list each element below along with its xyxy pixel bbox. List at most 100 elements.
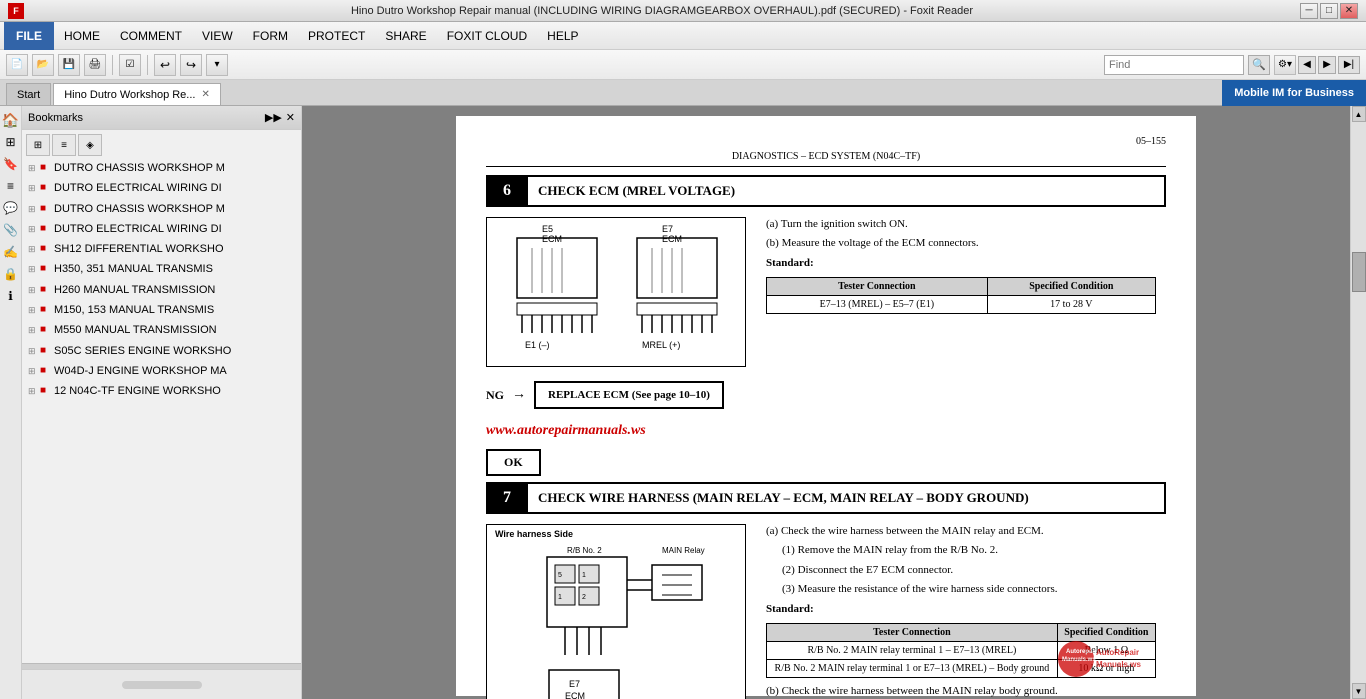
menu-protect[interactable]: PROTECT xyxy=(298,22,375,50)
iconbar-thumbs[interactable]: ⊞ xyxy=(2,132,20,152)
step-6b: (b) Measure the voltage of the ECM conne… xyxy=(766,236,1156,251)
sidebar-tool-1[interactable]: ⊞ xyxy=(26,134,50,156)
bookmark-item-8[interactable]: ⊞ ■ M550 MANUAL TRANSMISSION xyxy=(22,320,301,340)
bookmark-item-5[interactable]: ⊞ ■ H350, 351 MANUAL TRANSMIS xyxy=(22,259,301,279)
save-button[interactable]: 💾 xyxy=(58,54,80,76)
standard-label-6: Standard: xyxy=(766,256,1156,271)
menu-share[interactable]: SHARE xyxy=(375,22,436,50)
bookmark-text-11: 12 N04C-TF ENGINE WORKSHO xyxy=(54,384,295,398)
diag-header-text: DIAGNOSTICS – ECD SYSTEM (N04C–TF) xyxy=(732,151,920,162)
bookmark-icon-6: ■ xyxy=(40,284,50,295)
bookmark-text-6: H260 MANUAL TRANSMISSION xyxy=(54,283,295,297)
svg-text:AutoRepair: AutoRepair xyxy=(1096,648,1139,657)
step-7-sub3: (3) Measure the resistance of the wire h… xyxy=(766,582,1156,597)
search-button[interactable]: 🔍 xyxy=(1248,55,1270,75)
bookmark-item-3[interactable]: ⊞ ■ DUTRO ELECTRICAL WIRING DI xyxy=(22,219,301,239)
bookmark-icon-0: ■ xyxy=(40,162,50,173)
print-button[interactable]: 🖨 xyxy=(84,54,106,76)
bookmark-item-2[interactable]: ⊞ ■ DUTRO CHASSIS WORKSHOP M xyxy=(22,199,301,219)
bookmark-text-10: W04D-J ENGINE WORKSHOP MA xyxy=(54,364,295,378)
tabs-bar: Start Hino Dutro Workshop Re... ✕ Mobile… xyxy=(0,80,1366,106)
tab-close-icon[interactable]: ✕ xyxy=(201,89,209,100)
menu-home[interactable]: HOME xyxy=(54,22,110,50)
sidebar-tools: ⊞ ≡ ◈ xyxy=(22,130,301,158)
step-7-sub2: (2) Disconnect the E7 ECM connector. xyxy=(766,563,1156,578)
bookmark-item-1[interactable]: ⊞ ■ DUTRO ELECTRICAL WIRING DI xyxy=(22,178,301,198)
gear-button[interactable]: ⚙▾ xyxy=(1274,55,1296,75)
pdf-area[interactable]: 05–155 DIAGNOSTICS – ECD SYSTEM (N04C–TF… xyxy=(302,106,1350,699)
expand-icon[interactable]: ▶▶ xyxy=(265,111,282,124)
window-controls[interactable]: ─ □ ✕ xyxy=(1300,3,1358,19)
nav-next-button[interactable]: ▶ xyxy=(1318,56,1336,74)
iconbar-home[interactable]: 🏠 xyxy=(2,110,20,130)
expand-arrow-9: ⊞ xyxy=(28,346,36,357)
menu-comment[interactable]: COMMENT xyxy=(110,22,192,50)
section6-title: CHECK ECM (MREL VOLTAGE) xyxy=(526,177,1164,205)
section7-box: 7 CHECK WIRE HARNESS (MAIN RELAY – ECM, … xyxy=(486,482,1166,514)
table7-row0-col0: R/B No. 2 MAIN relay terminal 1 – E7–13 … xyxy=(767,641,1058,659)
section6-table: Tester Connection Specified Condition E7… xyxy=(766,277,1156,314)
bookmark-item-4[interactable]: ⊞ ■ SH12 DIFFERENTIAL WORKSHO xyxy=(22,239,301,259)
minimize-button[interactable]: ─ xyxy=(1300,3,1318,19)
svg-text:E1 (–): E1 (–) xyxy=(525,340,550,350)
iconbar-attach[interactable]: 📎 xyxy=(2,220,20,240)
menu-view[interactable]: VIEW xyxy=(192,22,243,50)
gear-area: ⚙▾ ◀ ▶ ▶| xyxy=(1274,55,1360,75)
section7-number: 7 xyxy=(488,484,526,512)
scroll-up-button[interactable]: ▲ xyxy=(1352,106,1366,122)
sidebar-tool-2[interactable]: ≡ xyxy=(52,134,76,156)
svg-text:5: 5 xyxy=(558,572,562,579)
svg-text:E7: E7 xyxy=(662,224,673,234)
close-button[interactable]: ✕ xyxy=(1340,3,1358,19)
expand-arrow-0: ⊞ xyxy=(28,163,36,174)
watermark-section6: www.autorepairmanuals.ws xyxy=(486,423,1166,439)
menu-file[interactable]: FILE xyxy=(4,22,54,50)
menu-form[interactable]: FORM xyxy=(243,22,298,50)
step-7b: (b) Check the wire harness between the M… xyxy=(766,684,1156,699)
bookmark-item-11[interactable]: ⊞ ■ 12 N04C-TF ENGINE WORKSHO xyxy=(22,381,301,401)
checkbox-button[interactable]: ☑ xyxy=(119,54,141,76)
menu-foxit-cloud[interactable]: FOXIT CLOUD xyxy=(437,22,537,50)
iconbar-comments[interactable]: 💬 xyxy=(2,198,20,218)
bookmarks-label: Bookmarks xyxy=(28,112,83,124)
nav-last-button[interactable]: ▶| xyxy=(1338,56,1360,74)
bookmark-item-9[interactable]: ⊞ ■ S05C SERIES ENGINE WORKSHO xyxy=(22,341,301,361)
bookmarks-list: ⊞ ■ DUTRO CHASSIS WORKSHOP M ⊞ ■ DUTRO E… xyxy=(22,158,301,663)
right-scrollbar[interactable]: ▲ ▼ xyxy=(1350,106,1366,699)
nav-prev-button[interactable]: ◀ xyxy=(1298,56,1316,74)
bookmark-item-0[interactable]: ⊞ ■ DUTRO CHASSIS WORKSHOP M xyxy=(22,158,301,178)
extra-button[interactable]: ▾ xyxy=(206,54,228,76)
restore-button[interactable]: □ xyxy=(1320,3,1338,19)
search-input[interactable] xyxy=(1104,55,1244,75)
bookmark-item-10[interactable]: ⊞ ■ W04D-J ENGINE WORKSHOP MA xyxy=(22,361,301,381)
section6-box: 6 CHECK ECM (MREL VOLTAGE) xyxy=(486,175,1166,207)
tab-start[interactable]: Start xyxy=(6,83,51,105)
bookmark-item-7[interactable]: ⊞ ■ M150, 153 MANUAL TRANSMIS xyxy=(22,300,301,320)
tab-hino-label: Hino Dutro Workshop Re... xyxy=(64,89,195,101)
iconbar-info[interactable]: ℹ xyxy=(2,286,20,306)
table-row: E7–13 (MREL) – E5–7 (E1) 17 to 28 V xyxy=(767,296,1156,314)
svg-text:Manuals.ws: Manuals.ws xyxy=(1062,657,1096,663)
table6-row0-col1: 17 to 28 V xyxy=(987,296,1155,314)
expand-arrow-7: ⊞ xyxy=(28,305,36,316)
new-button[interactable]: 📄 xyxy=(6,54,28,76)
svg-text:R/B No. 2: R/B No. 2 xyxy=(567,546,602,555)
bookmark-item-6[interactable]: ⊞ ■ H260 MANUAL TRANSMISSION xyxy=(22,280,301,300)
sidebar-close-icon[interactable]: ✕ xyxy=(286,111,295,124)
sidebar-tool-3[interactable]: ◈ xyxy=(78,134,102,156)
menu-help[interactable]: HELP xyxy=(537,22,588,50)
iconbar-sign[interactable]: ✍ xyxy=(2,242,20,262)
scroll-down-button[interactable]: ▼ xyxy=(1352,683,1366,699)
undo-button[interactable]: ↩ xyxy=(154,54,176,76)
mobile-im-banner[interactable]: Mobile IM for Business xyxy=(1222,80,1366,106)
iconbar-bookmarks[interactable]: 🔖 xyxy=(2,154,20,174)
redo-button[interactable]: ↪ xyxy=(180,54,202,76)
window-title: Hino Dutro Workshop Repair manual (INCLU… xyxy=(24,5,1300,17)
scroll-thumb[interactable] xyxy=(1352,252,1366,292)
open-button[interactable]: 📂 xyxy=(32,54,54,76)
tab-hino[interactable]: Hino Dutro Workshop Re... ✕ xyxy=(53,83,221,105)
table6-header-0: Tester Connection xyxy=(767,278,988,296)
iconbar-layers[interactable]: ≡ xyxy=(2,176,20,196)
iconbar-lock[interactable]: 🔒 xyxy=(2,264,20,284)
bookmark-icon-7: ■ xyxy=(40,304,50,315)
